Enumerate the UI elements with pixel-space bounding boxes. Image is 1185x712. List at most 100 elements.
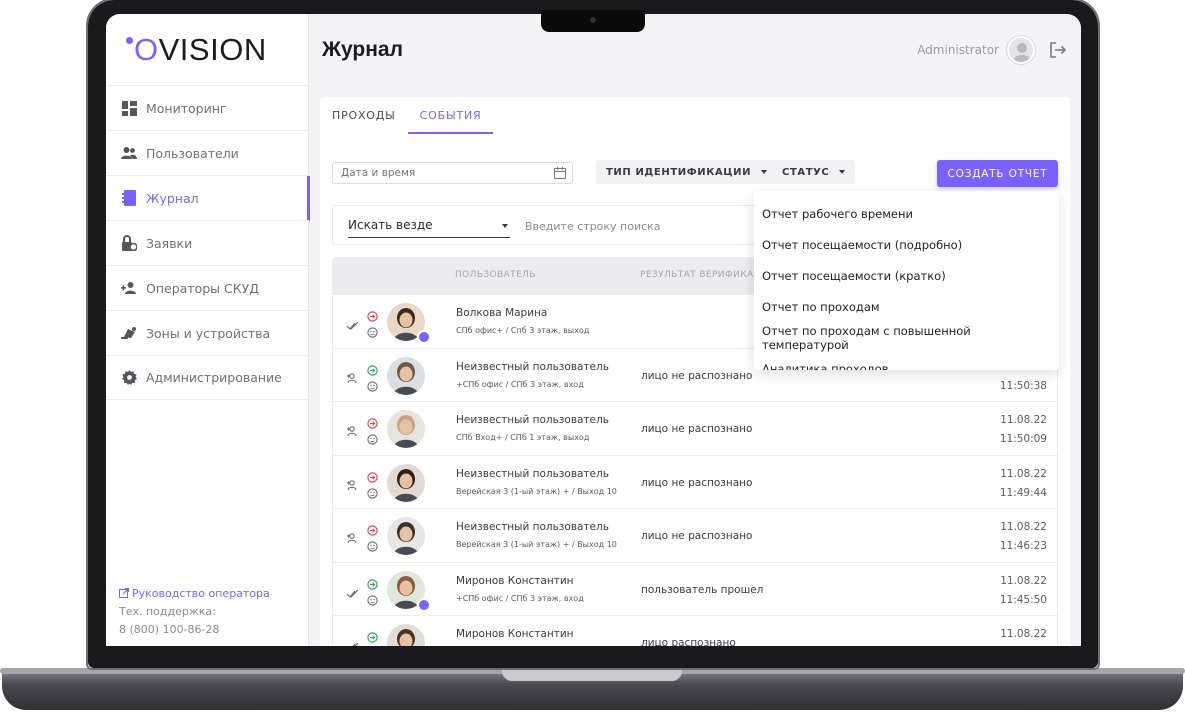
event-date: 11.08.22 xyxy=(1000,521,1047,533)
access-point: Верейская 3 (1-ый этаж) + / Выход 10 xyxy=(456,540,617,549)
create-report-button[interactable]: СОЗДАТЬ ОТЧЕТ xyxy=(937,160,1058,187)
logo-text: VISION xyxy=(158,32,267,67)
table-row[interactable]: Миронов Константин лицо распознано 11.08.2… xyxy=(332,616,1058,646)
support-phone: 8 (800) 100-86-28 xyxy=(119,623,220,636)
user-photo[interactable] xyxy=(387,624,425,646)
logo-dot-icon xyxy=(126,36,133,44)
double-check-icon xyxy=(347,636,359,646)
gear-icon xyxy=(121,370,137,386)
logout-icon[interactable] xyxy=(1049,41,1067,59)
user-name[interactable]: Administrator xyxy=(917,43,999,57)
user-name[interactable]: Миронов Константин xyxy=(456,628,574,640)
unknown-user-icon xyxy=(347,369,359,388)
page-title: Журнал xyxy=(322,38,403,61)
operator-guide-link[interactable]: Руководство оператора xyxy=(119,585,270,603)
table-row[interactable]: Миронов Константин +СПб офис / СПб 3 этаж… xyxy=(332,562,1058,616)
event-date: 11.08.22 xyxy=(1000,467,1047,480)
sidebar-item-journal[interactable]: Журнал xyxy=(106,175,310,221)
report-menu-item[interactable]: Отчет по проходам xyxy=(754,291,1059,322)
sidebar-item-users[interactable]: Пользователи xyxy=(106,130,309,175)
sidebar-item-monitoring[interactable]: Мониторинг xyxy=(106,85,309,130)
sidebar-item-label: Операторы СКУД xyxy=(146,280,259,296)
report-menu-item[interactable]: Отчет посещаемости (подробно) xyxy=(754,229,1059,260)
operator-guide-label: Руководство оператора xyxy=(132,587,270,600)
column-header-result[interactable]: РЕЗУЛЬТАТ ВЕРИФИКАЦ xyxy=(640,270,761,280)
verification-result: лицо не распознано xyxy=(641,423,753,435)
user-name[interactable]: Миронов Константин xyxy=(456,575,574,587)
column-header-user[interactable]: ПОЛЬЗОВАТЕЛЬ xyxy=(455,270,536,280)
table-row[interactable]: Неизвестный пользователь Верейская 3 (1-ы… xyxy=(332,509,1058,563)
user-photo[interactable] xyxy=(387,517,425,555)
user-area: Administrator xyxy=(917,36,1067,64)
external-link-icon xyxy=(119,587,130,598)
table-row[interactable]: Неизвестный пользователь Верейская 3 (1-ы… xyxy=(332,455,1058,509)
identification-type-dropdown[interactable]: ТИП ИДЕНТИФИКАЦИИ xyxy=(596,160,778,184)
face-icon xyxy=(367,377,378,396)
face-icon xyxy=(367,323,378,342)
report-menu-item[interactable]: Отчет по проходам с повышенной температу… xyxy=(754,322,1059,353)
sidebar-footer: Руководство оператора Тех. поддержка: 8 … xyxy=(119,585,270,639)
double-check-icon xyxy=(346,583,359,602)
sidebar-item-operators[interactable]: Операторы СКУД xyxy=(106,265,309,310)
table-row[interactable]: Неизвестный пользователь СПб Вход+ / СПб … xyxy=(332,402,1058,456)
request-icon xyxy=(121,235,137,251)
user-photo[interactable] xyxy=(387,463,425,502)
user-photo[interactable] xyxy=(387,356,425,395)
unknown-user-icon xyxy=(347,422,359,441)
avatar[interactable] xyxy=(1007,36,1035,64)
user-name[interactable]: Неизвестный пользователь xyxy=(456,414,609,426)
dashboard-icon xyxy=(121,100,137,116)
chevron-down-icon xyxy=(761,170,768,174)
face-icon xyxy=(367,537,378,556)
journal-card: ПРОХОДЫ СОБЫТИЯ ТИП ИДЕНТИФИКАЦИИ СТАТУС… xyxy=(320,97,1070,646)
unknown-user-icon xyxy=(347,529,359,548)
sidebar-item-zones[interactable]: Зоны и устройства xyxy=(106,310,309,355)
user-name[interactable]: Неизвестный пользователь xyxy=(456,468,609,480)
users-icon xyxy=(121,145,137,161)
operator-icon xyxy=(121,280,137,296)
verification-result: лицо не распознано xyxy=(641,530,753,542)
unknown-user-icon xyxy=(347,476,359,495)
sidebar-item-admin[interactable]: Администрирование xyxy=(106,355,309,400)
search-scope-select[interactable]: Искать везде xyxy=(348,218,510,238)
date-time-input[interactable] xyxy=(332,162,573,184)
user-name[interactable]: Неизвестный пользователь xyxy=(456,361,609,373)
event-time: 11:45:50 xyxy=(999,593,1047,606)
status-dropdown[interactable]: СТАТУС xyxy=(772,160,856,184)
sidebar-item-requests[interactable]: Заявки xyxy=(106,220,309,265)
user-photo[interactable] xyxy=(387,410,425,448)
search-input[interactable]: Введите строку поиска xyxy=(525,220,661,233)
event-time: 11:46:23 xyxy=(999,540,1047,552)
calendar-icon[interactable] xyxy=(554,167,566,179)
search-scope-label: Искать везде xyxy=(348,218,433,232)
face-icon xyxy=(367,484,378,503)
event-time: 11:50:38 xyxy=(999,379,1047,392)
sidebar-item-label: Мониторинг xyxy=(146,100,227,116)
access-point: +СПб офис / СПб 3 этаж, вход xyxy=(456,593,584,603)
event-date: 11.08.22 xyxy=(1000,414,1047,426)
access-point: СПб Вход+ / СПб 1 этаж, выход xyxy=(456,433,590,442)
verification-result: лицо не распознано xyxy=(641,369,753,382)
camera-notch xyxy=(541,10,645,32)
event-date: 11.08.22 xyxy=(1000,628,1047,640)
double-check-icon xyxy=(346,315,359,334)
laptop-lip xyxy=(502,669,682,681)
user-name[interactable]: Волкова Марина xyxy=(456,307,547,319)
support-label: Тех. поддержка: xyxy=(119,605,216,618)
tab-passes[interactable]: ПРОХОДЫ xyxy=(332,109,408,134)
access-point: СПб офис+ / Спб 3 этаж, выход xyxy=(456,326,590,335)
user-name[interactable]: Неизвестный пользователь xyxy=(456,521,609,533)
tab-events[interactable]: СОБЫТИЯ xyxy=(407,109,494,134)
report-menu-item[interactable]: Аналитика проходов xyxy=(754,353,1059,371)
chevron-down-icon xyxy=(502,224,508,228)
face-icon xyxy=(367,591,378,610)
sidebar-item-label: Зоны и устройства xyxy=(146,325,271,341)
verification-result: лицо не распознано xyxy=(641,476,753,489)
logo[interactable]: OVISION xyxy=(126,30,267,70)
access-point: +СПб офис / СПб 3 этаж, вход xyxy=(456,379,584,389)
report-menu-item[interactable]: Отчет рабочего времени xyxy=(754,198,1059,229)
verification-result: лицо распознано xyxy=(641,637,736,646)
verified-badge-icon xyxy=(417,330,431,344)
report-menu-item[interactable]: Отчет посещаемости (кратко) xyxy=(754,260,1059,291)
sidebar-item-label: Пользователи xyxy=(146,145,239,161)
